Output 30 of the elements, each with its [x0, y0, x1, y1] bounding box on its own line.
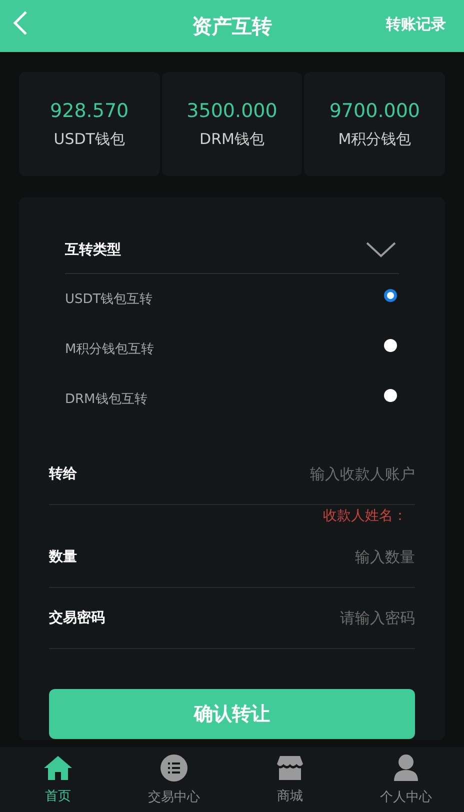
field-label: 转给 — [49, 465, 77, 483]
wallet-amount: 9700.000 — [329, 100, 420, 122]
input-field[interactable]: 输入收款人账户 — [195, 465, 415, 483]
home-icon — [43, 754, 73, 780]
option-label: DRM钱包互转 — [65, 391, 148, 408]
user-icon — [393, 754, 419, 782]
chevron-down-icon[interactable] — [366, 242, 396, 258]
option-label: M积分钱包互转 — [65, 341, 154, 358]
tab-item[interactable]: 商城 — [232, 747, 348, 812]
transfer-type-label: 互转类型 — [65, 241, 121, 259]
radio-button[interactable] — [384, 388, 397, 402]
radio-button[interactable] — [384, 338, 397, 352]
wallet-amount: 3500.000 — [186, 100, 278, 122]
recipient-name-note: 收款人姓名： — [322, 507, 408, 526]
tab-item[interactable]: 首页 — [0, 747, 116, 812]
wallet-label: M积分钱包 — [338, 130, 412, 148]
wallet-label: USDT钱包 — [54, 130, 125, 148]
field-label: 交易密码 — [49, 609, 105, 627]
tab-item[interactable]: 交易中心 — [116, 747, 232, 812]
option-label: USDT钱包互转 — [65, 291, 153, 308]
page-title: 资产互转 — [192, 12, 272, 40]
shop-icon — [276, 754, 304, 780]
input-field[interactable]: 请输入密码 — [195, 609, 415, 627]
radio-button[interactable] — [384, 288, 397, 302]
input-field[interactable]: 输入数量 — [195, 548, 415, 566]
list-icon — [160, 754, 188, 782]
wallet-label: DRM钱包 — [200, 130, 264, 148]
field-label: 数量 — [49, 548, 77, 566]
wallet-amount: 928.570 — [50, 100, 129, 122]
tab-item[interactable]: 个人中心 — [348, 747, 464, 812]
